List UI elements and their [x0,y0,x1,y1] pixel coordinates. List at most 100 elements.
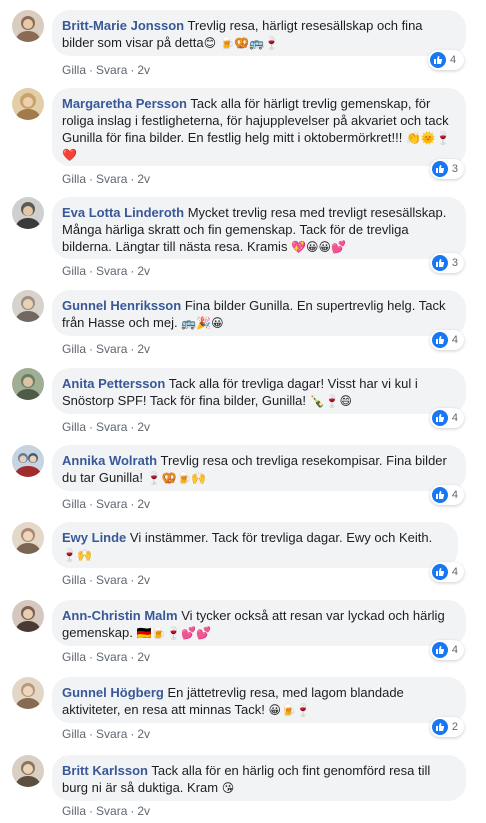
separator: · [89,727,94,741]
timestamp[interactable]: 2v [137,63,150,77]
reaction-count[interactable]: 3 [430,159,464,179]
reaction-count[interactable]: 4 [428,50,464,70]
like-icon [432,642,448,658]
avatar[interactable] [12,368,44,400]
separator: · [130,264,135,278]
like-icon [432,564,448,580]
comment-emojis: 🍷🙌 [62,548,92,562]
reaction-number: 4 [451,489,458,501]
timestamp[interactable]: 2v [137,497,150,511]
timestamp[interactable]: 2v [137,573,150,587]
avatar[interactable] [12,445,44,477]
comment-actions: Gilla · Svara · 2v [62,341,150,357]
separator: · [130,342,135,356]
reaction-number: 4 [451,644,458,656]
comment-author[interactable]: Ann-Christin Malm [62,608,178,623]
reaction-count[interactable]: 4 [430,640,464,660]
timestamp[interactable]: 2v [137,650,150,664]
comment-emojis: 😀🍺🍷 [268,703,311,717]
comment-bubble: Gunnel Henriksson Fina bilder Gunilla. E… [52,290,466,336]
like-button[interactable]: Gilla [62,420,86,434]
timestamp[interactable]: 2v [137,342,150,356]
separator: · [89,172,94,186]
like-button[interactable]: Gilla [62,264,86,278]
comment-author[interactable]: Britt Karlsson [62,763,148,778]
reply-button[interactable]: Svara [96,342,127,356]
reply-button[interactable]: Svara [96,172,127,186]
reply-button[interactable]: Svara [96,264,127,278]
avatar[interactable] [12,600,44,632]
comment-emojis: 🍷🥨🍺🙌 [146,471,207,485]
separator: · [89,264,94,278]
avatar[interactable] [12,88,44,120]
reaction-count[interactable]: 4 [430,330,464,350]
comment-author[interactable]: Anita Pettersson [62,376,165,391]
comment-actions: Gilla · Svara · 2v [62,263,150,279]
like-button[interactable]: Gilla [62,804,86,818]
comment-author[interactable]: Eva Lotta Linderoth [62,205,184,220]
like-button[interactable]: Gilla [62,727,86,741]
comment-author[interactable]: Margaretha Persson [62,96,187,111]
comment-bubble: Britt-Marie Jonsson Trevlig resa, härlig… [52,10,466,56]
avatar[interactable] [12,755,44,787]
reply-button[interactable]: Svara [96,804,127,818]
comment-actions: Gilla · Svara · 2v [62,419,150,435]
like-button[interactable]: Gilla [62,172,86,186]
avatar[interactable] [12,677,44,709]
timestamp[interactable]: 2v [137,172,150,186]
reply-button[interactable]: Svara [96,63,127,77]
reaction-count[interactable]: 3 [430,253,464,273]
reaction-number: 4 [450,54,457,66]
reply-button[interactable]: Svara [96,497,127,511]
comment-actions: Gilla · Svara · 2v [62,62,150,78]
comment-bubble: Annika Wolrath Trevlig resa och trevliga… [52,445,466,491]
like-icon [432,161,448,177]
reaction-count[interactable]: 4 [430,562,464,582]
comment-emojis: 🇩🇪🍺🍷💕💕 [136,626,212,640]
comment-author[interactable]: Ewy Linde [62,530,126,545]
reply-button[interactable]: Svara [96,420,127,434]
reply-button[interactable]: Svara [96,650,127,664]
comment-author[interactable]: Annika Wolrath [62,453,157,468]
reaction-count[interactable]: 4 [430,408,464,428]
timestamp[interactable]: 2v [137,264,150,278]
separator: · [130,650,135,664]
comment-author[interactable]: Gunnel Henriksson [62,298,181,313]
comment-emojis: 🍾🍷😄 [309,394,353,408]
comment-emojis: 😊 🍺🥨🚌🍷 [203,36,280,50]
separator: · [89,63,94,77]
separator: · [89,420,94,434]
reaction-count[interactable]: 2 [430,717,464,737]
avatar[interactable] [12,522,44,554]
avatar[interactable] [12,290,44,322]
like-button[interactable]: Gilla [62,573,86,587]
comment-text: Vi instämmer. Tack för trevliga dagar. E… [129,530,433,545]
comment-bubble: Ewy Linde Vi instämmer. Tack för trevlig… [52,522,458,568]
like-button[interactable]: Gilla [62,63,86,77]
comment-author[interactable]: Gunnel Högberg [62,685,164,700]
like-icon [432,487,448,503]
like-icon [430,52,446,68]
reaction-count[interactable]: 4 [430,485,464,505]
timestamp[interactable]: 2v [137,727,150,741]
comment-bubble: Britt Karlsson Tack alla för en härlig o… [52,755,466,801]
reply-button[interactable]: Svara [96,727,127,741]
comment-actions: Gilla · Svara · 2v [62,649,150,665]
separator: · [130,172,135,186]
comment-bubble: Anita Pettersson Tack alla för trevliga … [52,368,466,414]
like-button[interactable]: Gilla [62,497,86,511]
reaction-number: 2 [451,721,458,733]
avatar[interactable] [12,197,44,229]
like-button[interactable]: Gilla [62,342,86,356]
separator: · [130,573,135,587]
separator: · [89,342,94,356]
timestamp[interactable]: 2v [137,804,150,818]
comment-bubble: Gunnel Högberg En jättetrevlig resa, med… [52,677,466,723]
comment-bubble: Ann-Christin Malm Vi tycker också att re… [52,600,466,646]
like-icon [432,719,448,735]
reply-button[interactable]: Svara [96,573,127,587]
comment-author[interactable]: Britt-Marie Jonsson [62,18,184,33]
timestamp[interactable]: 2v [137,420,150,434]
avatar[interactable] [12,10,44,42]
like-button[interactable]: Gilla [62,650,86,664]
